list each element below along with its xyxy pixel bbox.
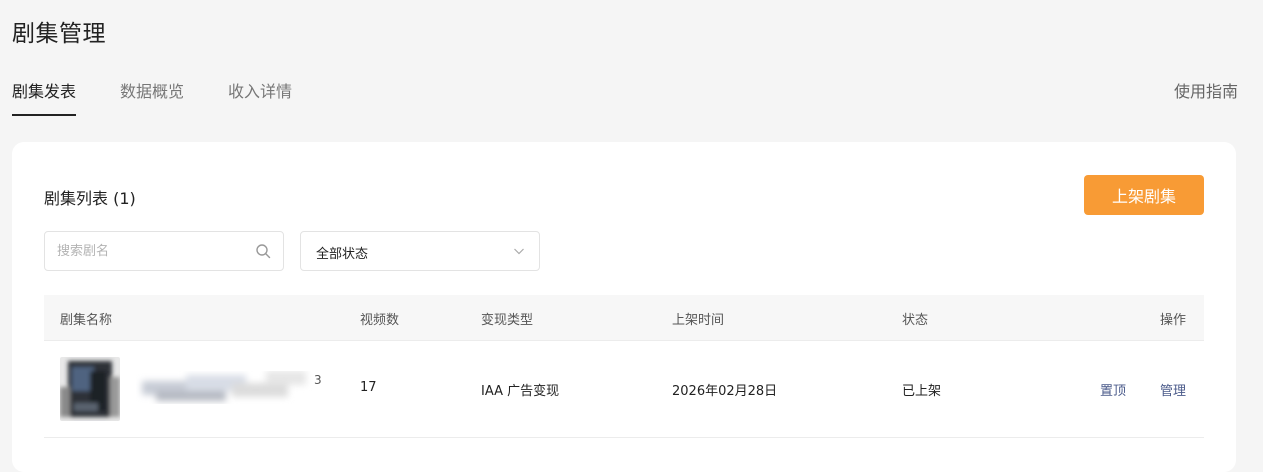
episode-title-visible-fragment: 3 (314, 373, 322, 387)
column-header-name: 剧集名称 (60, 313, 113, 328)
search-input[interactable] (57, 232, 247, 270)
chevron-down-icon (514, 248, 524, 255)
tab-income-details[interactable]: 收入详情 (228, 78, 292, 116)
user-guide-link[interactable]: 使用指南 (1174, 78, 1238, 102)
tab-episode-publish[interactable]: 剧集发表 (12, 78, 77, 116)
publish-episode-button[interactable]: 上架剧集 (1084, 175, 1204, 215)
table-row: 3 17 IAA 广告变现 2026年02月28日 已上架 置顶 管理 (44, 341, 1204, 438)
tab-bar: 剧集发表 数据概览 收入详情 使用指南 (12, 78, 1238, 120)
pin-to-top-link[interactable]: 置顶 (1100, 380, 1126, 399)
episode-table: 剧集名称 视频数 变现类型 上架时间 状态 操作 3 17 IAA 广告变现 2… (44, 295, 1204, 438)
episode-list-card: 剧集列表 (1) 上架剧集 全部状态 剧集名称 视频数 变现类型 上架时间 状态… (12, 142, 1236, 472)
video-count: 17 (360, 380, 377, 395)
manage-link[interactable]: 管理 (1160, 380, 1186, 399)
search-box (44, 231, 284, 271)
status-filter-value: 全部状态 (316, 247, 369, 262)
column-header-listed-time: 上架时间 (672, 313, 725, 328)
table-header: 剧集名称 视频数 变现类型 上架时间 状态 操作 (44, 295, 1204, 341)
episode-cover-thumbnail (60, 357, 120, 421)
column-header-status: 状态 (902, 313, 929, 328)
column-header-actions: 操作 (1160, 313, 1187, 328)
status-filter-select[interactable]: 全部状态 (300, 231, 540, 271)
status-text: 已上架 (902, 384, 942, 399)
monetization-type: IAA 广告变现 (481, 384, 560, 399)
column-header-video-count: 视频数 (360, 313, 400, 328)
column-header-monetization: 变现类型 (481, 313, 534, 328)
list-title: 剧集列表 (1) (44, 189, 136, 208)
search-icon[interactable] (255, 243, 271, 259)
tab-data-overview[interactable]: 数据概览 (120, 78, 184, 116)
listed-time: 2026年02月28日 (672, 384, 778, 399)
page-title: 剧集管理 (12, 21, 106, 47)
episode-title-redacted: 3 (136, 371, 322, 407)
